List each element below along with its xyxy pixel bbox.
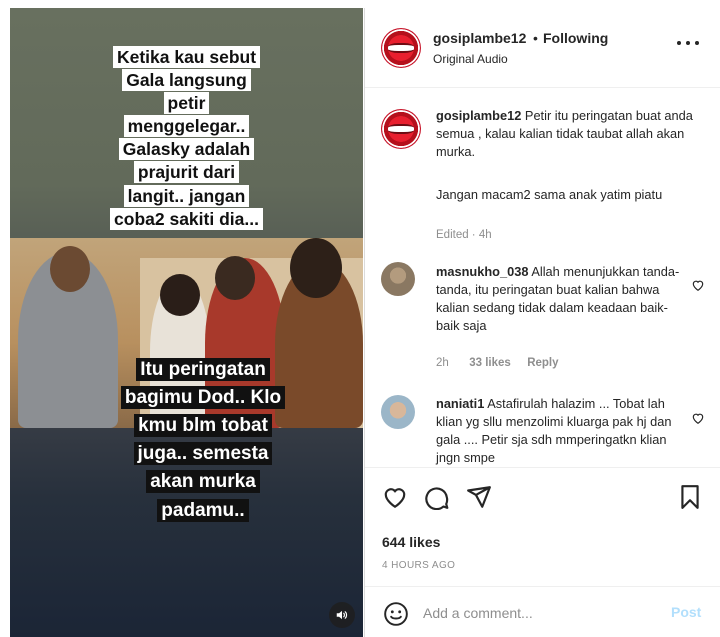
- share-send-icon[interactable]: [466, 484, 492, 510]
- post-comment-button[interactable]: Post: [671, 604, 701, 620]
- caption-line: Ketika kau sebut: [112, 46, 261, 68]
- save-bookmark-icon[interactable]: [677, 484, 703, 510]
- comment-username[interactable]: naniati1: [436, 396, 484, 411]
- audio-link[interactable]: Original Audio: [433, 52, 508, 66]
- caption-meta: Edited · 4h: [436, 229, 492, 241]
- heart-icon[interactable]: [691, 411, 705, 425]
- post-actions: 644 likes 4 HOURS AGO Post: [365, 467, 720, 637]
- caption-line: juga.. semesta: [133, 442, 273, 466]
- commenter-avatar[interactable]: [381, 395, 415, 429]
- caption-line: padamu..: [157, 498, 249, 522]
- post-caption: gosiplambe12 Petir itu peringatan buat a…: [436, 107, 706, 161]
- caption-username[interactable]: gosiplambe12: [436, 108, 521, 123]
- caption-line: menggelegar..: [123, 115, 250, 138]
- caption-line: Itu peringatan: [136, 358, 270, 381]
- commenter-avatar[interactable]: [381, 262, 415, 296]
- mute-toggle-button[interactable]: [329, 602, 355, 628]
- caption-line: kmu blm tobat: [134, 414, 272, 438]
- heart-icon[interactable]: [691, 278, 705, 292]
- post-header: gosiplambe12 • Following Original Audio: [365, 8, 720, 88]
- comment-input[interactable]: [423, 603, 663, 623]
- reply-button[interactable]: Reply: [527, 357, 558, 369]
- caption-line: prajurit dari: [133, 161, 240, 184]
- comment-likes[interactable]: 33 likes: [469, 357, 511, 369]
- caption-line: Gala langsung: [122, 69, 251, 92]
- following-button[interactable]: Following: [543, 30, 608, 46]
- reel-video[interactable]: Ketika kau sebut Gala langsung petir men…: [10, 8, 363, 637]
- header-username[interactable]: gosiplambe12: [433, 30, 526, 46]
- avatar[interactable]: [381, 109, 421, 149]
- caption-line: petir: [163, 92, 210, 115]
- caption-line: coba2 sakiti dia...: [110, 207, 263, 230]
- like-heart-icon[interactable]: [382, 484, 408, 510]
- caption-line: bagimu Dod.. Klo: [120, 386, 286, 410]
- post-panel: gosiplambe12 • Following Original Audio …: [364, 8, 720, 637]
- post-timestamp: 4 HOURS AGO: [382, 560, 456, 571]
- post-caption-second: Jangan macam2 sama anak yatim piatu: [436, 187, 663, 202]
- comment-time: 2h: [436, 357, 449, 369]
- comment-username[interactable]: masnukho_038: [436, 264, 528, 279]
- emoji-icon[interactable]: [383, 601, 409, 627]
- speaker-icon: [336, 610, 348, 620]
- video-caption-bottom: Itu peringatan bagimu Dod.. Klo kmu blm …: [108, 356, 298, 525]
- caption-line: Galasky adalah: [118, 138, 255, 161]
- comment-item: masnukho_038 Allah menunjukkan tanda-tan…: [436, 263, 686, 336]
- caption-line: langit.. jangan: [123, 184, 250, 207]
- separator-dot: •: [533, 30, 538, 46]
- avatar[interactable]: [381, 28, 421, 68]
- comment-bubble-icon[interactable]: [424, 484, 450, 510]
- comment-item: naniati1 Astafirulah halazim ... Tobat l…: [436, 395, 686, 466]
- comments-section[interactable]: gosiplambe12 Petir itu peringatan buat a…: [365, 89, 720, 466]
- video-caption-top: Ketika kau sebut Gala langsung petir men…: [74, 46, 299, 231]
- caption-line: akan murka: [146, 470, 260, 494]
- more-options-icon[interactable]: [677, 38, 699, 48]
- comment-meta: 2h 33 likes Reply: [436, 357, 559, 369]
- likes-count[interactable]: 644 likes: [382, 534, 440, 550]
- add-comment-row: Post: [365, 586, 720, 637]
